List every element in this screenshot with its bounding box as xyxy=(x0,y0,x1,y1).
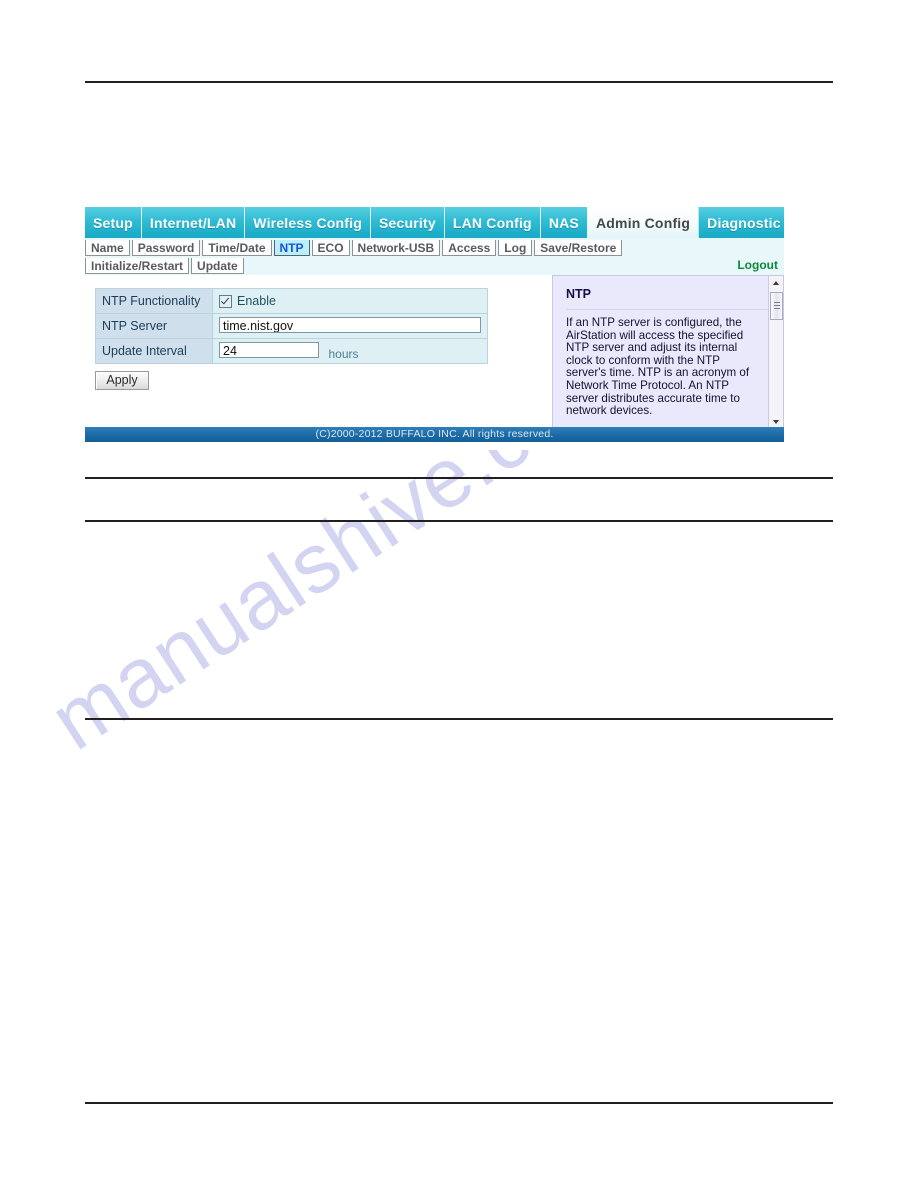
main-tab-setup[interactable]: Setup xyxy=(85,207,142,238)
sub-tab-row-1: Name Password Time/Date NTP ECO Network-USB Ac… xyxy=(85,240,784,257)
table-row: NTP Functionality Enable xyxy=(95,288,488,314)
row-value-ntp-server: time.nist.gov xyxy=(212,313,488,339)
sub-tab-bars: Name Password Time/Date NTP ECO Network-USB Ac… xyxy=(85,238,784,275)
sub-tab-save-restore[interactable]: Save/Restore xyxy=(534,240,623,256)
logout-link[interactable]: Logout xyxy=(737,258,778,272)
update-interval-input[interactable]: 24 xyxy=(219,341,319,358)
sub-tab-update[interactable]: Update xyxy=(191,258,244,274)
copyright-footer: (C)2000-2012 BUFFALO INC. All rights res… xyxy=(85,427,784,442)
router-admin-screenshot: Setup Internet/LAN Wireless Config Security… xyxy=(85,207,784,450)
scrollbar-thumb[interactable] xyxy=(770,292,783,320)
main-tab-diagnostic[interactable]: Diagnostic xyxy=(699,207,789,238)
horizontal-rule-4 xyxy=(85,718,833,720)
main-tab-bar: Setup Internet/LAN Wireless Config Security… xyxy=(85,207,784,238)
ntp-settings-table: NTP Functionality Enable NTP Server time… xyxy=(95,288,488,364)
help-panel: NTP If an NTP server is configured, the … xyxy=(552,275,784,430)
page-watermark: manualshive.com xyxy=(34,325,870,910)
sub-tab-ntp[interactable]: NTP xyxy=(273,240,310,256)
row-label-ntp-server: NTP Server xyxy=(95,313,213,339)
table-row: Update Interval 24 hours xyxy=(95,338,488,364)
scroll-up-arrow-icon[interactable] xyxy=(769,276,783,290)
sub-tab-row-2: Initialize/Restart Update Logout xyxy=(85,258,784,275)
sub-tab-access[interactable]: Access xyxy=(442,240,497,256)
row-label-update-interval: Update Interval xyxy=(95,338,213,364)
sub-tab-network-usb[interactable]: Network-USB xyxy=(351,240,441,256)
sub-tab-password[interactable]: Password xyxy=(131,240,201,256)
settings-body: NTP Functionality Enable NTP Server time… xyxy=(85,275,784,442)
main-tab-nas[interactable]: NAS xyxy=(541,207,588,238)
main-tab-wireless-config[interactable]: Wireless Config xyxy=(245,207,371,238)
ntp-server-input[interactable]: time.nist.gov xyxy=(219,316,481,333)
horizontal-rule-3 xyxy=(85,520,833,522)
horizontal-rule-bottom xyxy=(85,1102,833,1104)
horizontal-rule-top xyxy=(85,81,833,83)
main-tab-lan-config[interactable]: LAN Config xyxy=(445,207,541,238)
help-panel-divider xyxy=(566,309,771,310)
row-label-ntp-functionality: NTP Functionality xyxy=(95,288,213,314)
sub-tab-time-date[interactable]: Time/Date xyxy=(202,240,272,256)
sub-tab-initialize-restart[interactable]: Initialize/Restart xyxy=(85,258,190,274)
horizontal-rule-2 xyxy=(85,477,833,479)
help-panel-scrollbar[interactable] xyxy=(768,276,783,429)
sub-tab-log[interactable]: Log xyxy=(498,240,533,256)
update-interval-unit: hours xyxy=(328,346,359,361)
main-tab-admin-config[interactable]: Admin Config xyxy=(587,207,700,238)
apply-button[interactable]: Apply xyxy=(95,371,149,390)
sub-tab-name[interactable]: Name xyxy=(85,240,130,256)
ntp-enable-checkbox[interactable] xyxy=(219,294,232,308)
sub-tab-eco[interactable]: ECO xyxy=(311,240,350,256)
help-panel-title: NTP xyxy=(566,287,591,301)
help-panel-text: If an NTP server is configured, the AirS… xyxy=(566,316,750,418)
main-tab-internet-lan[interactable]: Internet/LAN xyxy=(142,207,246,238)
table-row: NTP Server time.nist.gov xyxy=(95,313,488,339)
ntp-enable-label: Enable xyxy=(237,294,276,308)
row-value-update-interval: 24 hours xyxy=(212,338,488,364)
row-value-ntp-functionality: Enable xyxy=(212,288,488,314)
main-tab-security[interactable]: Security xyxy=(371,207,445,238)
